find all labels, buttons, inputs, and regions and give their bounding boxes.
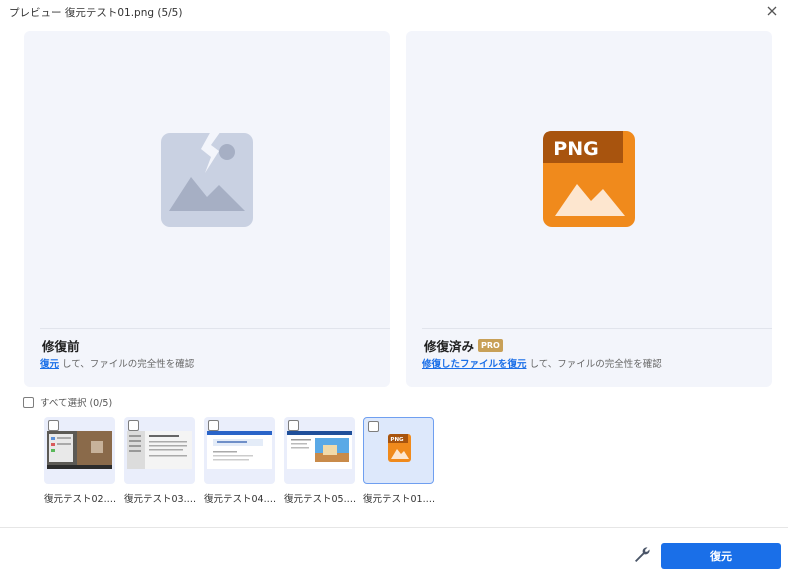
after-description-text: して、ファイルの完全性を確認 [526, 359, 662, 370]
close-icon[interactable] [764, 3, 780, 19]
broken-image-icon [161, 131, 253, 227]
window-title: プレビュー 復元テスト01.png (5/5) [9, 7, 183, 19]
select-all[interactable]: すべて選択 (0/5) [23, 395, 112, 409]
thumbnail-label: 復元テスト04.… [204, 494, 277, 505]
recover-button[interactable]: 復元 [661, 543, 781, 569]
thumbnail-png-text: PNG [390, 437, 404, 443]
screenshot-thumbnail [127, 431, 192, 469]
thumbnail-item[interactable] [204, 417, 275, 484]
thumbnail-item[interactable] [44, 417, 115, 484]
thumbnail-checkbox[interactable] [128, 420, 139, 431]
select-all-label: すべて選択 (0/5) [40, 398, 113, 409]
png-icon-text: PNG [553, 138, 598, 160]
title-bar: プレビュー 復元テスト01.png (5/5) [0, 0, 788, 24]
wrench-icon[interactable] [633, 546, 651, 564]
thumbnail-item-selected[interactable]: PNG [363, 417, 434, 484]
png-file-icon: PNG [543, 131, 635, 227]
after-heading: 修復済み [424, 339, 475, 354]
footer-divider [0, 527, 788, 528]
before-heading: 修復前 [42, 339, 80, 354]
screenshot-thumbnail [47, 431, 112, 469]
before-description-text: して、ファイルの完全性を確認 [59, 359, 195, 370]
thumbnail-item[interactable] [124, 417, 195, 484]
thumbnail-checkbox[interactable] [288, 420, 299, 431]
thumbnail-label: 復元テスト05.… [284, 494, 357, 505]
thumbnail-checkbox[interactable] [208, 420, 219, 431]
thumbnail-checkbox[interactable] [48, 420, 59, 431]
before-repair-panel: 修復前 復元 して、ファイルの完全性を確認 [24, 31, 390, 387]
thumbnail-label: 復元テスト03.… [124, 494, 197, 505]
thumbnail-label: 復元テスト02.… [44, 494, 117, 505]
before-description: 復元 して、ファイルの完全性を確認 [40, 356, 194, 370]
recover-link[interactable]: 復元 [40, 359, 59, 370]
png-file-icon: PNG [388, 434, 411, 462]
thumbnail-checkbox[interactable] [368, 421, 379, 432]
after-description: 修復したファイルを復元 して、ファイルの完全性を確認 [422, 356, 662, 370]
recover-repaired-link[interactable]: 修復したファイルを復元 [422, 359, 527, 370]
divider [422, 328, 772, 329]
screenshot-thumbnail [207, 431, 272, 469]
after-repair-panel: PNG 修復済み PRO 修復したファイルを復元 して、ファイルの完全性を確認 [406, 31, 772, 387]
thumbnail-item[interactable] [284, 417, 355, 484]
divider [40, 328, 390, 329]
select-all-checkbox[interactable] [23, 396, 34, 408]
pro-badge: PRO [478, 339, 503, 352]
screenshot-thumbnail [287, 431, 352, 469]
thumbnail-label: 復元テスト01.… [363, 494, 436, 505]
